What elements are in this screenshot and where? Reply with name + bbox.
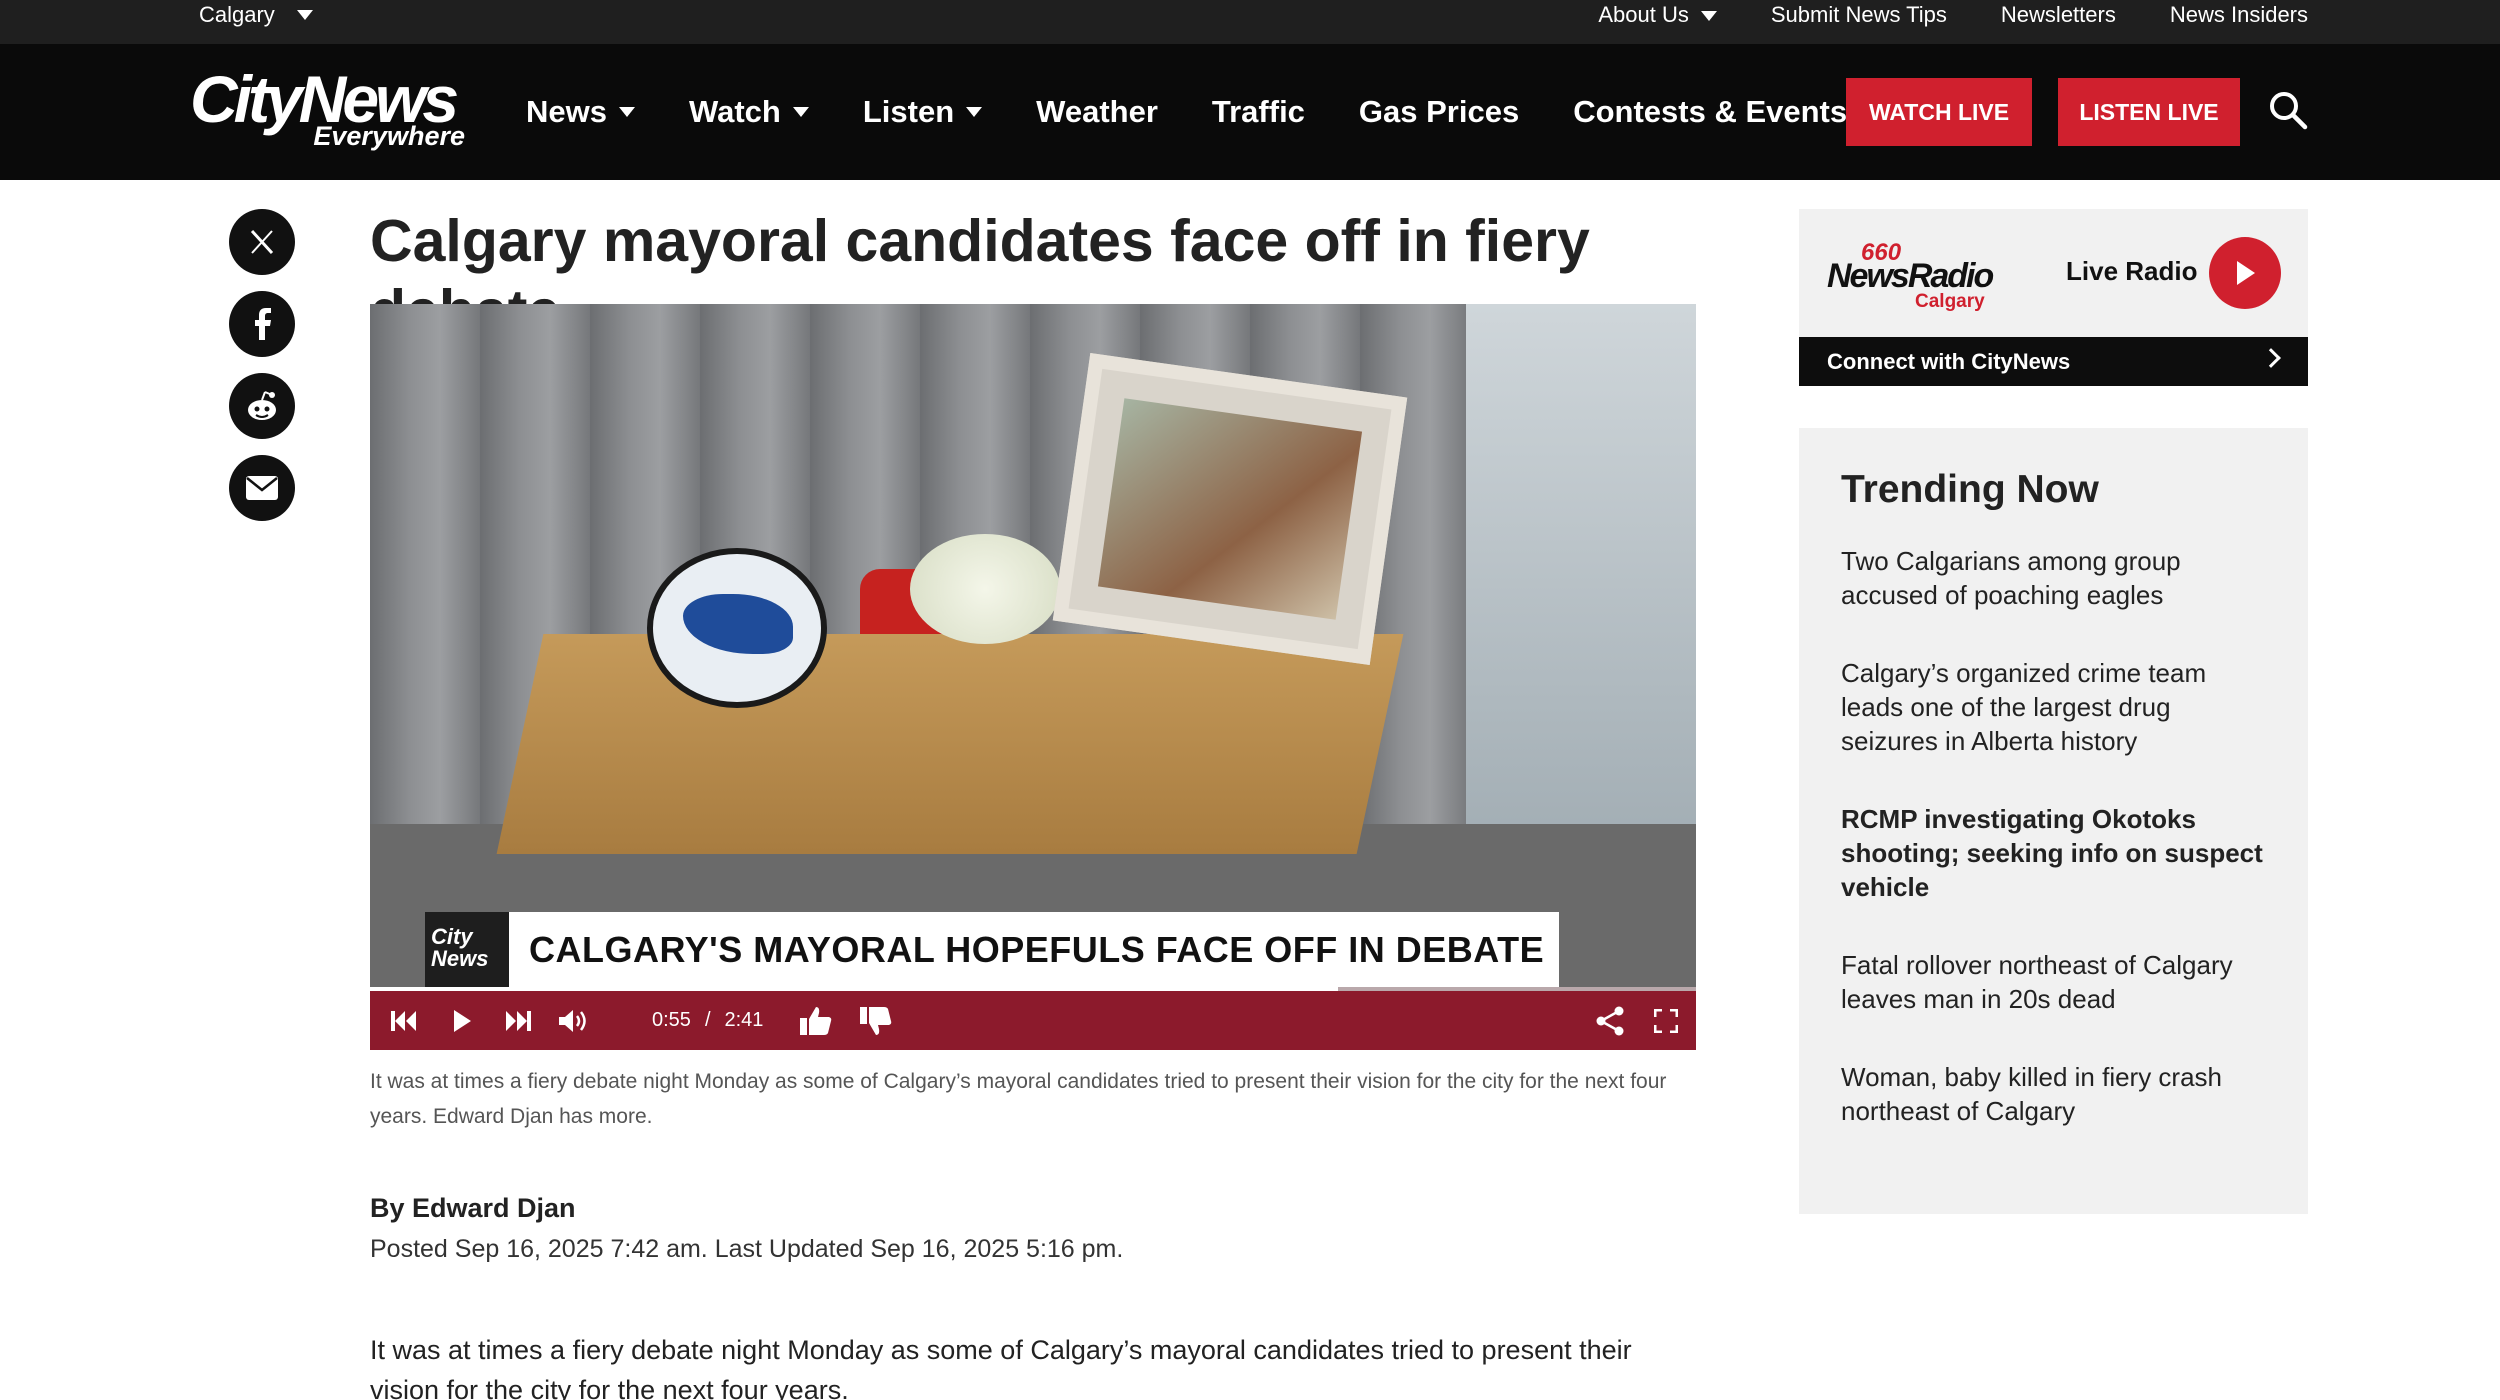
video-player[interactable]: City News CALGARY'S MAYORAL HOPEFULS FAC… <box>370 304 1696 1050</box>
newsradio-logo: 660 NewsRadio Calgary <box>1827 239 2007 312</box>
nav-item-label: Weather <box>1036 94 1158 129</box>
play-button[interactable] <box>442 991 482 1050</box>
video-lower-third: City News CALGARY'S MAYORAL HOPEFULS FAC… <box>425 912 1559 988</box>
trending-item[interactable]: Two Calgarians among group accused of po… <box>1841 544 2271 612</box>
main-nav: CityNews Everywhere News Watch Listen We… <box>0 44 2500 180</box>
nav-item-contests-events[interactable]: Contests & Events <box>1573 94 1876 130</box>
nav-item-label: Contests & Events <box>1573 94 1848 129</box>
submit-news-tips-link[interactable]: Submit News Tips <box>1771 2 1947 28</box>
thumbs-up-icon <box>800 1006 832 1035</box>
nav-item-gas-prices[interactable]: Gas Prices <box>1359 94 1519 130</box>
current-time: 0:55 <box>652 1009 691 1031</box>
facebook-icon <box>255 308 271 340</box>
about-us-link[interactable]: About Us <box>1598 2 1717 28</box>
duration: 2:41 <box>724 1009 764 1031</box>
skip-back-icon <box>391 1010 416 1031</box>
share-icon <box>1596 1006 1624 1035</box>
skip-back-button[interactable] <box>384 991 424 1050</box>
city-selector[interactable]: Calgary <box>199 0 313 30</box>
logo-wordmark: CityNews <box>190 62 459 136</box>
utility-bar: Calgary About Us Submit News Tips Newsle… <box>0 0 2500 44</box>
chevron-down-icon <box>1700 11 1717 22</box>
bug-logo-line-1: City <box>431 924 473 949</box>
utility-links: About Us Submit News Tips Newsletters Ne… <box>1598 0 2308 30</box>
video-frame-picture <box>1052 353 1408 665</box>
video-caption: It was at times a fiery debate night Mon… <box>370 1070 1667 1128</box>
article-paragraph: It was at times a fiery debate night Mon… <box>370 1335 1632 1400</box>
bug-logo-line-2: News <box>431 946 489 971</box>
email-icon <box>246 476 278 500</box>
nav-item-label: Gas Prices <box>1358 94 1520 129</box>
city-selector-label: Calgary <box>199 2 275 27</box>
skip-forward-icon <box>506 1010 531 1031</box>
nav-item-label: News <box>526 94 607 129</box>
nav-item-label: Traffic <box>1211 94 1305 129</box>
video-frame-flowers <box>910 534 1060 644</box>
nav-item-watch[interactable]: Watch <box>689 94 809 130</box>
share-video-button[interactable] <box>1588 991 1632 1050</box>
citynews-bug-logo: City News <box>425 912 509 988</box>
nav-item-traffic[interactable]: Traffic <box>1212 94 1305 130</box>
posted-date: Posted Sep 16, 2025 7:42 am. Last Update… <box>370 1235 1124 1263</box>
watch-live-button[interactable]: WATCH LIVE <box>1846 78 2032 146</box>
x-icon <box>250 229 274 255</box>
newsletters-link[interactable]: Newsletters <box>2001 2 2116 28</box>
time-separator: / <box>704 1009 711 1031</box>
video-frame-table <box>496 634 1404 854</box>
share-facebook-button[interactable] <box>229 291 295 357</box>
video-controls: 0:55 / 2:41 <box>370 991 1696 1050</box>
play-icon <box>2237 261 2255 285</box>
volume-icon <box>559 1009 586 1032</box>
lower-third-text: CALGARY'S MAYORAL HOPEFULS FACE OFF IN D… <box>529 929 1545 970</box>
share-x-button[interactable] <box>229 209 295 275</box>
nav-item-news[interactable]: News <box>526 94 635 130</box>
trending-now-panel: Trending Now Two Calgarians among group … <box>1799 428 2308 1214</box>
chevron-right-icon <box>2261 348 2281 368</box>
search-icon[interactable] <box>2268 90 2308 130</box>
reddit-icon <box>248 391 276 420</box>
connect-with-citynews-link[interactable]: Connect with CityNews <box>1799 337 2308 386</box>
trending-item[interactable]: Woman, baby killed in fiery crash northe… <box>1841 1060 2271 1128</box>
chevron-down-icon <box>966 107 983 117</box>
nav-links: News Watch Listen Weather Traffic Gas Pr… <box>526 44 1876 180</box>
nav-item-weather[interactable]: Weather <box>1036 94 1158 130</box>
citynews-logo[interactable]: CityNews Everywhere <box>190 62 475 169</box>
trending-title: Trending Now <box>1841 468 2099 511</box>
like-button[interactable] <box>794 991 838 1050</box>
share-reddit-button[interactable] <box>229 373 295 439</box>
author-byline: By Edward Djan <box>370 1193 576 1223</box>
trending-item[interactable]: RCMP investigating Okotoks shooting; see… <box>1841 802 2271 904</box>
radio-play-button[interactable] <box>2209 237 2281 309</box>
chevron-down-icon <box>792 107 809 117</box>
chevron-down-icon <box>618 107 635 117</box>
dislike-button[interactable] <box>854 991 898 1050</box>
volume-button[interactable] <box>552 991 596 1050</box>
share-email-button[interactable] <box>229 455 295 521</box>
video-frame-logo-plate <box>647 548 827 708</box>
live-radio-label: Live Radio <box>2066 256 2198 286</box>
connect-label: Connect with CityNews <box>1827 348 2071 374</box>
about-us-label: About Us <box>1598 2 1689 27</box>
live-radio-card[interactable]: 660 NewsRadio Calgary Live Radio <box>1799 209 2308 337</box>
video-frame-photo <box>1097 398 1363 620</box>
play-icon <box>454 1009 471 1032</box>
nav-item-label: Listen <box>862 94 955 129</box>
trending-item[interactable]: Fatal rollover northeast of Calgary leav… <box>1841 948 2271 1016</box>
nav-item-listen[interactable]: Listen <box>862 94 983 130</box>
skip-forward-button[interactable] <box>498 991 538 1050</box>
radio-city: Calgary <box>1915 291 1985 312</box>
chevron-down-icon <box>296 10 313 20</box>
thumbs-down-icon <box>860 1006 892 1035</box>
listen-live-button[interactable]: LISTEN LIVE <box>2058 78 2240 146</box>
logo-tagline: Everywhere <box>313 121 465 151</box>
nav-item-label: Watch <box>688 94 781 129</box>
video-time: 0:55 / 2:41 <box>652 991 763 1050</box>
fullscreen-button[interactable] <box>1646 991 1686 1050</box>
news-insiders-link[interactable]: News Insiders <box>2170 2 2308 28</box>
fullscreen-icon <box>1654 1008 1678 1033</box>
trending-item[interactable]: Calgary’s organized crime team leads one… <box>1841 656 2271 758</box>
